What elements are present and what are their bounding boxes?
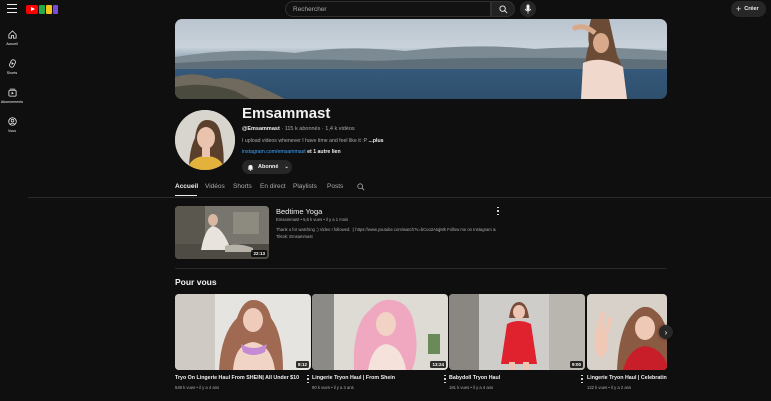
video-title[interactable]: Tryo On Lingerie Haul From SHEIN| All Un… [175,375,301,381]
banner-person [571,19,627,99]
video-card[interactable]: 13:24 Lingerie Tryon Haul | From Shein 9… [312,294,448,394]
video-thumbnail[interactable]: 9:00 [449,294,585,370]
youtube-logo[interactable] [26,4,58,14]
home-icon [7,30,17,39]
video-title[interactable]: Lingerie Tryon Haul | Celebrating 6 [587,375,667,381]
video-thumbnail[interactable]: 8:12 [175,294,311,370]
youtube-play-icon [26,4,38,14]
video-card[interactable]: 9:00 Babydoll Tryon Haul 181 k vues • il… [449,294,585,394]
search-icon [499,5,508,14]
sidebar-item-you[interactable]: Vous [0,113,24,137]
featured-video-title[interactable]: Bedtime Yoga [276,207,322,216]
sidebar-item-home[interactable]: Accueil [0,26,24,50]
voice-search-button[interactable] [520,1,536,17]
chevron-down-icon: ⌄ [284,164,289,170]
view-count: 5,6 k vues [303,217,323,222]
channel-description[interactable]: I upload videos whenever I have time and… [242,138,384,144]
video-title[interactable]: Babydoll Tryon Haul [449,375,575,381]
upload-age: il y a 1 mois [326,217,349,222]
channel-avatar[interactable] [175,110,235,170]
channel-name: Emsammast [242,105,331,122]
shorts-icon [8,59,16,68]
active-tab-indicator [175,195,197,197]
sidebar-item-subscriptions[interactable]: Abonnements [0,84,24,108]
video-meta: 549 k vues • il y a 4 ans [175,385,220,390]
video-duration: 8:12 [295,361,309,368]
for-you-heading: Pour vous [175,277,217,287]
description-text: I upload videos whenever I have time and… [242,138,368,144]
video-meta: 122 k vues • il y a 2 ans [587,385,632,390]
menu-icon[interactable] [7,4,17,13]
you-icon [7,117,17,126]
subscribed-label: Abonné [258,164,279,170]
featured-video-meta: Emsammast • 5,6 k vues • il y a 1 mois [276,217,349,222]
tab-live[interactable]: En direct [260,183,286,190]
tab-videos[interactable]: Vidéos [205,183,225,190]
create-label: Créer [744,6,759,12]
chevron-right-icon: › [664,327,668,337]
instagram-link[interactable]: instagram.com/emsammast [242,149,306,155]
search-button[interactable] [491,1,515,17]
channel-banner [175,19,667,99]
more-options-icon[interactable] [442,375,448,383]
more-options-icon[interactable] [305,375,311,383]
video-duration: 9:00 [569,361,583,368]
video-duration: 13:24 [430,361,446,368]
channel-handle: @Emsammast [242,126,280,132]
featured-more-options-icon[interactable] [495,207,501,215]
bell-icon [247,164,254,171]
video-duration: 22:13 [251,250,267,257]
tab-posts[interactable]: Posts [327,183,343,190]
tab-shorts[interactable]: Shorts [233,183,252,190]
mic-icon [524,4,532,14]
tabs-divider [28,197,771,198]
video-card[interactable]: 8:12 Tryo On Lingerie Haul From SHEIN| A… [175,294,311,394]
carousel-next-button[interactable]: › [659,325,673,339]
channel-name-small[interactable]: Emsammast [276,217,299,222]
more-options-icon[interactable] [579,375,585,383]
sidebar-item-label: Accueil [6,42,18,46]
channel-meta: @Emsammast · 115 k abonnés · 1,4 k vidéo… [242,126,355,132]
channel-links: instagram.com/emsammast et 1 autre lien [242,149,341,155]
avatar-image [175,110,235,170]
channel-search-icon[interactable] [357,183,365,191]
more-link[interactable]: ...plus [369,138,384,144]
sidebar-item-label: Vous [8,129,16,133]
banner-rocks [175,74,285,99]
video-count: 1,4 k vidéos [325,126,355,132]
sidebar-item-shorts[interactable]: Shorts [0,55,24,79]
plus-icon: + [736,3,742,14]
more-links[interactable]: et 1 autre lien [307,149,340,155]
section-divider [175,268,667,269]
tab-home[interactable]: Accueil [175,183,198,190]
tab-playlists[interactable]: Playlists [293,183,317,190]
carousel-edge [667,294,771,401]
video-meta: 90 k vues • il y a 3 ans [312,385,354,390]
video-thumbnail[interactable]: 13:24 [312,294,448,370]
search-input[interactable]: Rechercher [285,1,491,17]
top-bar: Rechercher + Créer [0,0,771,18]
subscriptions-icon [7,88,17,97]
video-meta: 181 k vues • il y a 4 ans [449,385,494,390]
featured-video-description: Thank u for watching :) Video I followed… [276,227,496,239]
subscriber-count: 115 k abonnés [284,126,321,132]
create-button[interactable]: + Créer [731,1,766,17]
sidebar-item-label: Abonnements [0,100,24,104]
sidebar-item-label: Shorts [6,71,18,75]
channel-tabs: Accueil Vidéos Shorts En direct Playlist… [175,183,667,197]
subscribed-button[interactable]: Abonné ⌄ [242,160,292,174]
video-thumbnail[interactable] [587,294,667,370]
video-title[interactable]: Lingerie Tryon Haul | From Shein [312,375,438,381]
featured-video-thumbnail[interactable]: 22:13 [175,206,269,259]
